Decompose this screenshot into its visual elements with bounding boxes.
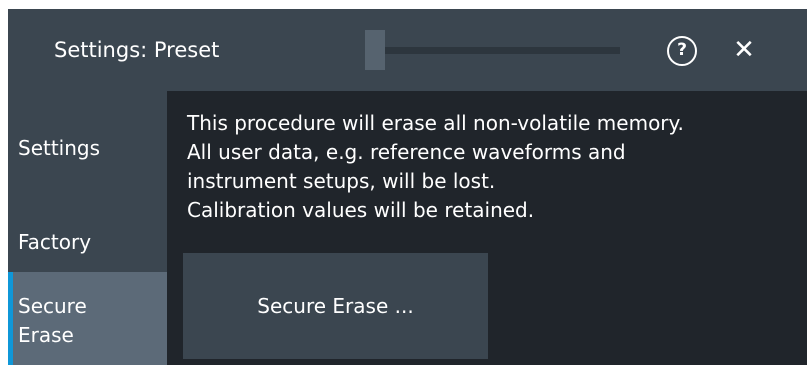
title-bar[interactable]: Settings: Preset ? ✕: [8, 9, 807, 91]
sidebar: Settings Factory Secure Erase: [8, 91, 167, 365]
description-line: Calibration values will be retained.: [187, 198, 535, 222]
description-line: All user data, e.g. reference waveforms …: [187, 140, 626, 164]
erase-description: This procedure will erase all non-volati…: [187, 109, 807, 225]
sidebar-item-label: Factory: [18, 230, 92, 254]
close-icon[interactable]: ✕: [727, 31, 761, 69]
content-panel: This procedure will erase all non-volati…: [167, 91, 807, 365]
selection-indicator: [8, 272, 13, 365]
description-line: This procedure will erase all non-volati…: [187, 111, 684, 135]
sidebar-item-label: Settings: [18, 136, 101, 160]
sidebar-item-label: Secure Erase: [18, 294, 87, 347]
secure-erase-button[interactable]: Secure Erase ...: [183, 253, 488, 359]
transparency-slider-handle[interactable]: [365, 30, 385, 70]
description-line: instrument setups, will be lost.: [187, 169, 496, 193]
secure-erase-button-label: Secure Erase ...: [257, 294, 414, 318]
sidebar-item-settings[interactable]: Settings: [8, 121, 167, 181]
sidebar-item-factory[interactable]: Factory: [8, 213, 167, 273]
settings-dialog: Settings: Preset ? ✕ Settings Factory Se…: [8, 9, 807, 365]
transparency-slider-track[interactable]: [368, 47, 620, 54]
dialog-title: Settings: Preset: [54, 38, 220, 62]
sidebar-item-secure-erase[interactable]: Secure Erase: [8, 272, 167, 365]
help-icon[interactable]: ?: [667, 36, 697, 66]
